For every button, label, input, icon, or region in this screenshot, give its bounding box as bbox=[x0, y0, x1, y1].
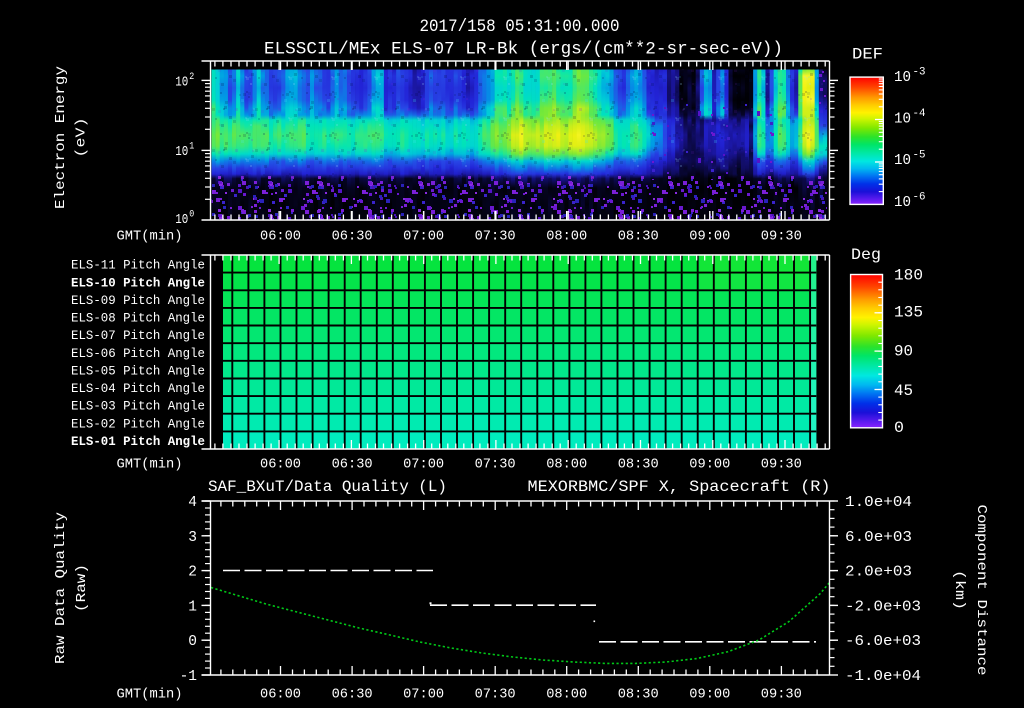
svg-text:08:30: 08:30 bbox=[618, 457, 659, 473]
svg-text:GMT(min): GMT(min) bbox=[117, 457, 183, 473]
svg-text:-1.0e+04: -1.0e+04 bbox=[845, 669, 921, 685]
svg-text:ELS-01 Pitch Angle: ELS-01 Pitch Angle bbox=[71, 434, 205, 449]
svg-text:90: 90 bbox=[894, 342, 913, 360]
svg-text:ELS-08 Pitch Angle: ELS-08 Pitch Angle bbox=[71, 311, 205, 326]
svg-text:08:30: 08:30 bbox=[618, 687, 659, 703]
svg-text:08:30: 08:30 bbox=[618, 229, 659, 245]
svg-text:06:30: 06:30 bbox=[332, 687, 373, 703]
svg-text:08:00: 08:00 bbox=[546, 457, 587, 473]
svg-text:ELS-04 Pitch Angle: ELS-04 Pitch Angle bbox=[71, 381, 205, 396]
svg-text:0: 0 bbox=[188, 634, 197, 650]
svg-text:10: 10 bbox=[894, 69, 911, 86]
svg-text:-4: -4 bbox=[913, 108, 926, 120]
svg-text:1: 1 bbox=[188, 599, 197, 615]
svg-text:07:30: 07:30 bbox=[475, 457, 516, 473]
svg-text:09:30: 09:30 bbox=[761, 229, 802, 245]
svg-text:(eV): (eV) bbox=[74, 118, 90, 158]
svg-text:07:00: 07:00 bbox=[403, 687, 444, 703]
svg-text:06:30: 06:30 bbox=[332, 457, 373, 473]
svg-text:07:00: 07:00 bbox=[403, 229, 444, 245]
svg-text:ELS-06 Pitch Angle: ELS-06 Pitch Angle bbox=[71, 346, 205, 361]
svg-text:-6.0e+03: -6.0e+03 bbox=[845, 634, 921, 650]
svg-text:180: 180 bbox=[894, 267, 923, 285]
svg-text:GMT(min): GMT(min) bbox=[117, 687, 183, 703]
svg-text:3: 3 bbox=[188, 530, 197, 546]
svg-text:10: 10 bbox=[175, 213, 188, 228]
svg-text:09:00: 09:00 bbox=[689, 457, 730, 473]
svg-text:SAF_BXuT/Data Quality (L): SAF_BXuT/Data Quality (L) bbox=[208, 478, 447, 496]
svg-text:09:30: 09:30 bbox=[761, 457, 802, 473]
svg-text:(Raw): (Raw) bbox=[74, 564, 90, 612]
svg-text:Electron Energy: Electron Energy bbox=[53, 65, 69, 209]
svg-text:Deg: Deg bbox=[851, 246, 881, 264]
svg-text:1: 1 bbox=[189, 141, 194, 153]
svg-text:ELS-09 Pitch Angle: ELS-09 Pitch Angle bbox=[71, 293, 205, 308]
svg-text:0: 0 bbox=[189, 209, 194, 221]
svg-text:2: 2 bbox=[189, 71, 194, 83]
svg-text:07:00: 07:00 bbox=[403, 457, 444, 473]
svg-text:10: 10 bbox=[175, 145, 188, 160]
svg-text:2: 2 bbox=[188, 565, 197, 581]
svg-text:ELS-02 Pitch Angle: ELS-02 Pitch Angle bbox=[71, 416, 205, 431]
svg-text:GMT(min): GMT(min) bbox=[117, 229, 183, 245]
svg-text:09:00: 09:00 bbox=[689, 229, 730, 245]
svg-text:Component Distance: Component Distance bbox=[973, 505, 989, 676]
svg-text:10: 10 bbox=[894, 111, 911, 128]
svg-text:09:00: 09:00 bbox=[689, 687, 730, 703]
svg-text:06:00: 06:00 bbox=[260, 229, 301, 245]
svg-text:ELS-11 Pitch Angle: ELS-11 Pitch Angle bbox=[71, 258, 205, 273]
svg-text:6.0e+03: 6.0e+03 bbox=[845, 530, 912, 546]
svg-text:08:00: 08:00 bbox=[546, 229, 587, 245]
svg-text:4: 4 bbox=[188, 495, 197, 511]
svg-text:0: 0 bbox=[894, 419, 904, 437]
svg-text:09:30: 09:30 bbox=[761, 687, 802, 703]
svg-text:ELS-07 Pitch Angle: ELS-07 Pitch Angle bbox=[71, 328, 205, 343]
svg-text:45: 45 bbox=[894, 382, 913, 400]
svg-text:10: 10 bbox=[175, 76, 188, 91]
svg-text:Raw Data Quality: Raw Data Quality bbox=[53, 511, 69, 664]
svg-text:(km): (km) bbox=[951, 570, 967, 610]
svg-text:06:00: 06:00 bbox=[260, 457, 301, 473]
svg-text:07:30: 07:30 bbox=[475, 229, 516, 245]
svg-text:ELS-10 Pitch Angle: ELS-10 Pitch Angle bbox=[71, 275, 205, 290]
svg-text:ELSSCIL/MEx ELS-07 LR-Bk (erg: ELSSCIL/MEx ELS-07 LR-Bk (ergs/(cm**2-sr… bbox=[264, 40, 783, 60]
svg-text:-3: -3 bbox=[913, 67, 926, 79]
svg-text:07:30: 07:30 bbox=[475, 687, 516, 703]
svg-text:-5: -5 bbox=[913, 150, 926, 162]
svg-text:10: 10 bbox=[894, 152, 911, 169]
svg-text:08:00: 08:00 bbox=[546, 687, 587, 703]
svg-text:ELS-03 Pitch Angle: ELS-03 Pitch Angle bbox=[71, 399, 205, 414]
svg-text:135: 135 bbox=[894, 303, 923, 321]
svg-text:-6: -6 bbox=[913, 191, 926, 203]
svg-text:DEF: DEF bbox=[852, 46, 883, 64]
svg-text:2017/158 05:31:00.000: 2017/158 05:31:00.000 bbox=[420, 17, 620, 37]
svg-text:10: 10 bbox=[894, 194, 911, 211]
svg-text:2.0e+03: 2.0e+03 bbox=[845, 565, 912, 581]
svg-text:1.0e+04: 1.0e+04 bbox=[845, 495, 912, 511]
svg-text:-1: -1 bbox=[180, 669, 197, 685]
svg-text:06:30: 06:30 bbox=[332, 229, 373, 245]
svg-text:-2.0e+03: -2.0e+03 bbox=[845, 599, 921, 615]
svg-text:ELS-05 Pitch Angle: ELS-05 Pitch Angle bbox=[71, 363, 205, 378]
svg-text:MEXORBMC/SPF X, Spacecraft (R): MEXORBMC/SPF X, Spacecraft (R) bbox=[528, 478, 831, 496]
svg-text:06:00: 06:00 bbox=[260, 687, 301, 703]
